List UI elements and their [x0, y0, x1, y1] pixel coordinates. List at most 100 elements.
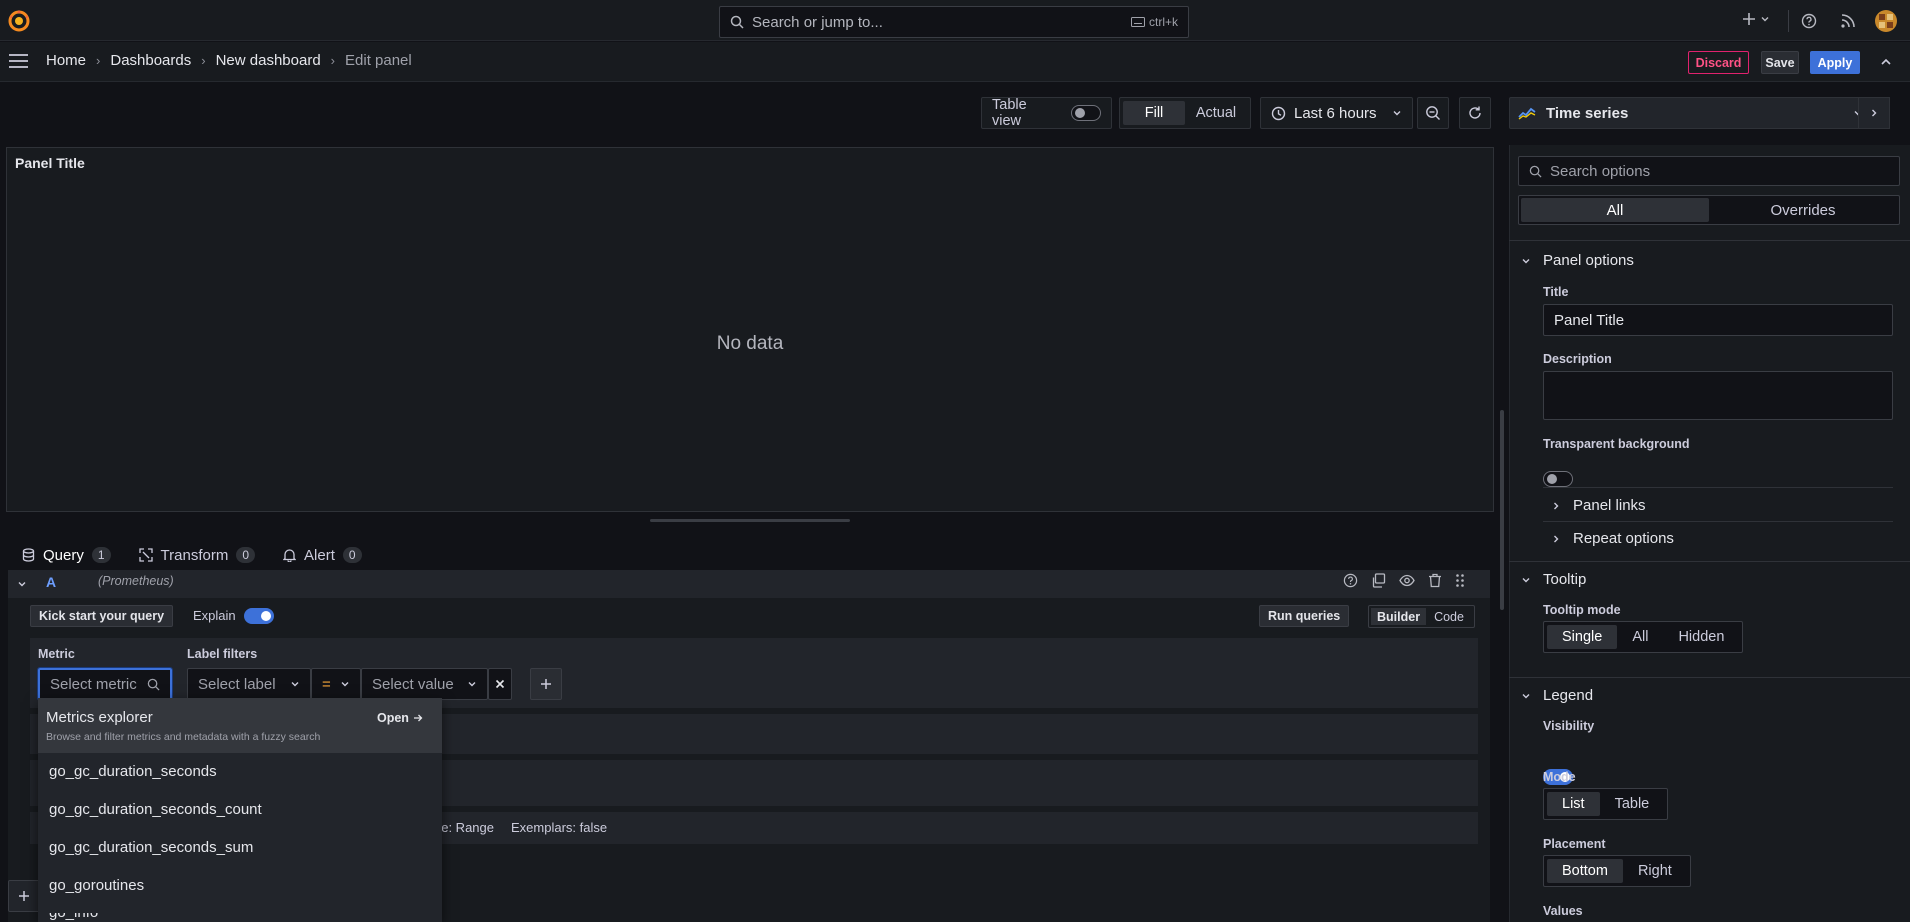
legend-placement-right[interactable]: Right [1623, 859, 1687, 883]
time-range-value: Last 6 hours [1294, 104, 1377, 122]
remove-filter-button[interactable] [488, 668, 512, 700]
search-options-input[interactable]: Search options [1518, 156, 1900, 186]
collapse-chevron-up-icon[interactable] [1879, 55, 1893, 69]
tooltip-section[interactable]: Tooltip [1521, 571, 1586, 588]
add-filter-button[interactable] [530, 668, 562, 700]
time-range-picker[interactable]: Last 6 hours [1260, 97, 1413, 129]
grafana-logo-icon[interactable] [8, 9, 30, 33]
plus-icon [1742, 12, 1756, 26]
query-row-header[interactable] [8, 570, 1490, 598]
menu-icon[interactable] [9, 54, 28, 68]
placement-label: Placement [1543, 837, 1606, 851]
metric-option[interactable]: go_goroutines [49, 877, 144, 894]
label-select[interactable]: Select label [187, 668, 311, 700]
divider [1788, 10, 1789, 32]
panel-links-section[interactable]: Panel links [1551, 497, 1646, 514]
legend-placement-bottom[interactable]: Bottom [1547, 859, 1623, 883]
tab-transform[interactable]: Transform 0 [125, 540, 269, 570]
table-view-switch[interactable] [1071, 105, 1101, 121]
legend-section[interactable]: Legend [1521, 687, 1593, 704]
legend-mode-list[interactable]: List [1547, 792, 1600, 816]
divider [1509, 240, 1910, 241]
transparent-background-switch[interactable] [1543, 471, 1573, 487]
legend-mode-table[interactable]: Table [1600, 792, 1665, 816]
new-menu-button[interactable] [1742, 12, 1770, 26]
legend-mode-group: List Table [1543, 788, 1669, 820]
tooltip-mode-group: Single All Hidden [1543, 621, 1744, 653]
tab-overrides[interactable]: Overrides [1709, 198, 1897, 222]
builder-code-toggle: Builder Code [1368, 605, 1475, 628]
description-textarea[interactable] [1543, 371, 1893, 420]
search-shortcut: ctrl+k [1130, 15, 1178, 29]
user-avatar[interactable] [1875, 10, 1897, 32]
breadcrumb-new-dashboard[interactable]: New dashboard [216, 52, 321, 69]
tab-all[interactable]: All [1521, 198, 1709, 222]
zoom-out-button[interactable] [1417, 97, 1449, 129]
duplicate-icon[interactable] [1371, 573, 1386, 588]
discard-button[interactable]: Discard [1688, 51, 1749, 74]
run-queries-button[interactable]: Run queries [1259, 605, 1350, 627]
breadcrumb-edit-panel: Edit panel [345, 52, 412, 69]
tab-alert-label: Alert [304, 546, 335, 564]
save-button[interactable]: Save [1761, 51, 1799, 74]
metric-option[interactable]: go_gc_duration_seconds_sum [49, 839, 253, 856]
visualization-picker[interactable]: Time series [1509, 97, 1872, 129]
exemplars-option: Exemplars: false [511, 820, 608, 835]
metric-select-input[interactable]: Select metric [37, 667, 173, 701]
chevron-down-icon [290, 679, 300, 689]
kick-start-button[interactable]: Kick start your query [30, 605, 174, 627]
divider [1543, 521, 1893, 522]
collapse-chevron-down-icon[interactable] [16, 578, 28, 590]
open-explorer-button[interactable]: Open [377, 711, 423, 725]
trash-icon[interactable] [1428, 573, 1442, 588]
breadcrumb-dashboards[interactable]: Dashboards [110, 52, 191, 69]
options-filter-tabs: All Overrides [1518, 195, 1900, 225]
query-ref-id[interactable]: A [46, 574, 56, 590]
code-option[interactable]: Code [1426, 608, 1472, 625]
panel-options-section[interactable]: Panel options [1521, 252, 1634, 269]
search-input[interactable]: Search or jump to... ctrl+k [719, 6, 1189, 38]
metric-option[interactable]: go_gc_duration_seconds [49, 763, 217, 780]
transparent-background-label: Transparent background [1543, 437, 1690, 451]
breadcrumb-separator: › [201, 53, 206, 68]
panel-title-input[interactable]: Panel Title [1543, 304, 1893, 336]
tooltip-mode-hidden[interactable]: Hidden [1663, 625, 1739, 649]
explain-switch[interactable] [244, 608, 274, 624]
add-query-button[interactable] [8, 880, 40, 912]
arrow-right-icon [413, 713, 423, 723]
close-options-button[interactable] [1858, 97, 1890, 129]
help-icon[interactable] [1801, 13, 1817, 29]
query-datasource: (Prometheus) [98, 574, 174, 588]
apply-button[interactable]: Apply [1810, 51, 1860, 74]
operator-select[interactable]: = [311, 668, 361, 700]
divider [1509, 561, 1910, 562]
chevron-right-icon [1869, 108, 1879, 118]
table-view-toggle[interactable]: Table view [981, 97, 1112, 129]
actual-option[interactable]: Actual [1185, 101, 1247, 125]
metric-option[interactable]: go_info [49, 913, 98, 922]
metric-option[interactable]: go_gc_duration_seconds_count [49, 801, 262, 818]
search-placeholder: Search or jump to... [752, 13, 883, 31]
panel-title[interactable]: Panel Title [15, 155, 85, 171]
tooltip-mode-all[interactable]: All [1617, 625, 1663, 649]
clock-icon [1271, 106, 1286, 121]
query-help-icon[interactable] [1343, 573, 1358, 588]
no-data-message: No data [716, 333, 784, 354]
news-feed-icon[interactable] [1840, 13, 1856, 29]
eye-icon[interactable] [1399, 573, 1415, 588]
tab-alert[interactable]: Alert 0 [269, 540, 376, 570]
fill-option[interactable]: Fill [1123, 101, 1185, 125]
refresh-button[interactable] [1459, 97, 1491, 129]
close-icon [495, 679, 505, 689]
panel-splitter-handle[interactable] [650, 519, 850, 522]
visibility-label: Visibility [1543, 719, 1595, 733]
value-select[interactable]: Select value [361, 668, 488, 700]
tooltip-mode-single[interactable]: Single [1547, 625, 1618, 649]
builder-option[interactable]: Builder [1371, 608, 1427, 625]
drag-handle-icon[interactable] [1455, 573, 1465, 588]
scrollbar[interactable] [1500, 410, 1504, 610]
breadcrumb-home[interactable]: Home [46, 52, 86, 69]
tab-query[interactable]: Query 1 [8, 540, 125, 573]
repeat-options-section[interactable]: Repeat options [1551, 530, 1674, 547]
title-label: Title [1543, 285, 1569, 299]
